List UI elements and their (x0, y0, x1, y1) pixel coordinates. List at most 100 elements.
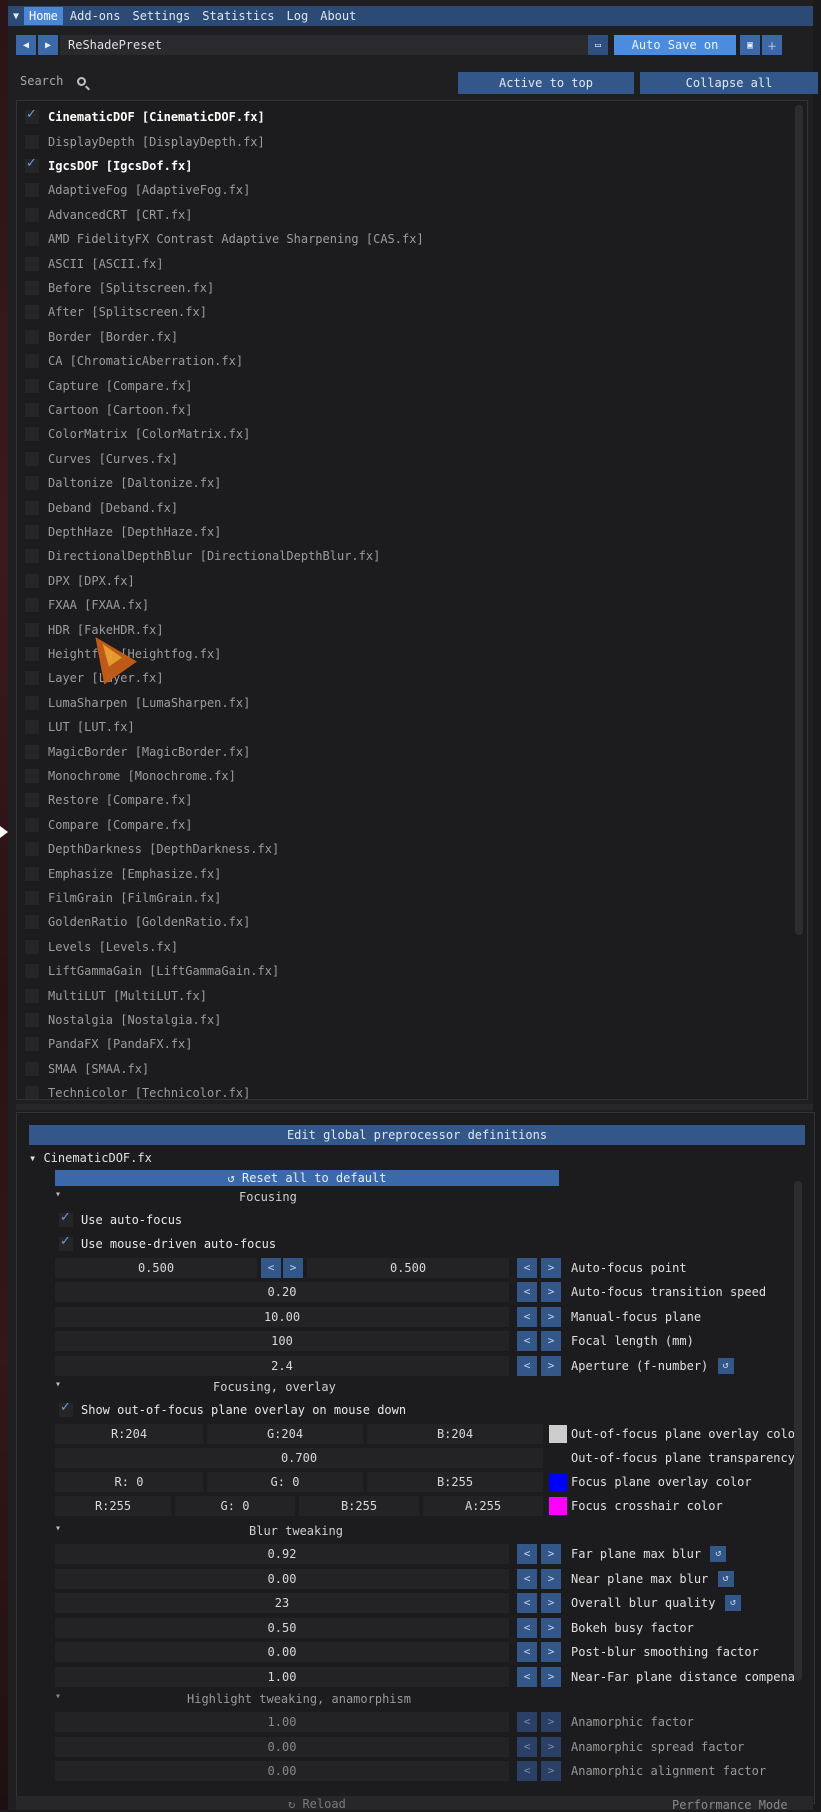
effect-checkbox[interactable] (25, 280, 39, 295)
reset-all-button[interactable]: ↺ Reset all to default (55, 1170, 559, 1186)
use-autofocus-row[interactable]: Use auto-focus (55, 1209, 182, 1231)
increment-button[interactable]: > (541, 1331, 561, 1351)
effect-row[interactable]: Capture [Compare.fx] (17, 373, 787, 397)
reset-param-icon[interactable]: ↺ (710, 1546, 727, 1562)
effect-row[interactable]: DisplayDepth [DisplayDepth.fx] (17, 129, 787, 153)
effect-checkbox[interactable] (25, 256, 39, 271)
effect-checkbox[interactable] (25, 695, 39, 710)
param-value[interactable]: 0.92 (55, 1544, 509, 1564)
effect-row[interactable]: ASCII [ASCII.fx] (17, 251, 787, 275)
crosshair-color-r[interactable]: R:255 (55, 1496, 171, 1516)
increment-button[interactable]: > (541, 1355, 561, 1376)
autofocus-point-y[interactable]: 0.500 (307, 1258, 509, 1278)
menu-addons[interactable]: Add-ons (65, 7, 126, 25)
decrement-button[interactable]: < (517, 1306, 537, 1327)
increment-button[interactable]: > (541, 1761, 561, 1781)
effect-checkbox[interactable] (25, 476, 39, 491)
effect-row[interactable]: MagicBorder [MagicBorder.fx] (17, 739, 787, 763)
effect-list-scrollbar[interactable] (795, 105, 803, 935)
decrement-button[interactable]: < (517, 1736, 537, 1757)
param-value[interactable]: 0.00 (55, 1642, 509, 1662)
effect-checkbox[interactable] (25, 232, 39, 247)
effect-row[interactable]: Daltonize [Daltonize.fx] (17, 471, 787, 495)
section-blur-tweaking[interactable]: Blur tweaking (249, 1521, 343, 1541)
browse-folder-icon[interactable]: ▭ (588, 35, 608, 55)
increment-button[interactable]: > (541, 1282, 561, 1302)
effect-tree-header[interactable]: ▾ CinematicDOF.fx (29, 1151, 152, 1165)
effect-checkbox[interactable] (25, 134, 39, 149)
effect-checkbox[interactable] (25, 744, 39, 759)
decrement-button[interactable]: < (517, 1642, 537, 1662)
overlay-color-b[interactable]: B:204 (367, 1424, 543, 1444)
effect-row[interactable]: Levels [Levels.fx] (17, 935, 787, 959)
effect-checkbox[interactable] (25, 1086, 39, 1099)
effect-checkbox[interactable] (25, 1037, 39, 1052)
decrement-button[interactable]: < (517, 1593, 537, 1613)
global-preprocessor-button[interactable]: Edit global preprocessor definitions (29, 1125, 805, 1145)
focus-plane-color-swatch[interactable] (549, 1473, 567, 1491)
crosshair-color-b[interactable]: B:255 (299, 1496, 419, 1516)
effect-checkbox[interactable] (25, 720, 39, 735)
effect-checkbox[interactable] (25, 988, 39, 1003)
effect-row[interactable]: Technicolor [Technicolor.fx] (17, 1081, 787, 1099)
overlay-color-r[interactable]: R:204 (55, 1424, 203, 1444)
decrement-button[interactable]: < (517, 1258, 537, 1278)
decrement-button[interactable]: < (517, 1282, 537, 1302)
param-value[interactable]: 100 (55, 1331, 509, 1351)
param-value[interactable]: 10.00 (55, 1306, 509, 1327)
menu-log[interactable]: Log (282, 7, 314, 25)
reset-param-icon[interactable]: ↺ (725, 1595, 741, 1611)
add-preset-icon[interactable]: ＋ (762, 35, 782, 55)
effect-checkbox[interactable] (25, 107, 39, 125)
prev-preset-button[interactable]: ◀ (16, 35, 36, 55)
effect-row[interactable]: ColorMatrix [ColorMatrix.fx] (17, 422, 787, 446)
effect-row[interactable]: GoldenRatio [GoldenRatio.fx] (17, 910, 787, 934)
effect-checkbox[interactable] (25, 378, 39, 393)
effect-row[interactable]: DepthDarkness [DepthDarkness.fx] (17, 837, 787, 861)
effect-row[interactable]: AMD FidelityFX Contrast Adaptive Sharpen… (17, 227, 787, 251)
effect-checkbox[interactable] (25, 402, 39, 417)
effect-row[interactable]: Deband [Deband.fx] (17, 495, 787, 519)
effect-checkbox[interactable] (25, 768, 39, 783)
focus-plane-color-g[interactable]: G: 0 (207, 1472, 363, 1492)
crosshair-color-swatch[interactable] (549, 1497, 567, 1515)
increment-button[interactable]: > (541, 1666, 561, 1687)
effect-checkbox[interactable] (25, 573, 39, 588)
reset-param-icon[interactable]: ↺ (717, 1570, 734, 1587)
effect-row[interactable]: AdvancedCRT [CRT.fx] (17, 203, 787, 227)
effect-row[interactable]: Monochrome [Monochrome.fx] (17, 764, 787, 788)
effect-row[interactable]: Nostalgia [Nostalgia.fx] (17, 1008, 787, 1032)
effect-row[interactable]: Border [Border.fx] (17, 325, 787, 349)
crosshair-color-a[interactable]: A:255 (423, 1496, 543, 1516)
decrement-button[interactable]: < (517, 1666, 537, 1687)
increment-button[interactable]: > (541, 1568, 561, 1589)
param-value[interactable]: 1.00 (55, 1712, 509, 1732)
effect-row[interactable]: DepthHaze [DepthHaze.fx] (17, 520, 787, 544)
param-value[interactable]: 2.4 (55, 1355, 509, 1376)
effect-checkbox[interactable] (25, 183, 39, 198)
effect-row[interactable]: FXAA [FXAA.fx] (17, 593, 787, 617)
effect-checkbox[interactable] (25, 866, 39, 881)
reload-button[interactable]: ↻ Reload (288, 1797, 346, 1811)
effect-checkbox[interactable] (25, 1061, 39, 1076)
focusing-collapse-icon[interactable]: ▾ (55, 1189, 61, 1200)
effect-checkbox[interactable] (25, 646, 39, 661)
highlight-collapse-icon[interactable]: ▾ (55, 1691, 61, 1702)
param-value[interactable]: 0.00 (55, 1568, 509, 1589)
increment-button[interactable]: > (541, 1642, 561, 1662)
auto-save-toggle[interactable]: Auto Save on (614, 35, 736, 55)
effect-row[interactable]: SMAA [SMAA.fx] (17, 1057, 787, 1081)
increment-button[interactable]: > (541, 1617, 561, 1638)
effect-checkbox[interactable] (25, 427, 39, 442)
autofocus-point-x[interactable]: 0.500 (55, 1258, 257, 1278)
increment-button[interactable]: > (541, 1544, 561, 1564)
section-focusing-overlay[interactable]: Focusing, overlay (213, 1377, 336, 1397)
param-value[interactable]: 23 (55, 1593, 509, 1613)
increment-button[interactable]: > (541, 1712, 561, 1732)
effect-checkbox[interactable] (25, 524, 39, 539)
decrement-button[interactable]: < (261, 1258, 281, 1278)
effect-row[interactable]: IgcsDOF [IgcsDof.fx] (17, 154, 787, 178)
decrement-button[interactable]: < (517, 1544, 537, 1564)
effect-checkbox[interactable] (25, 354, 39, 369)
focus-plane-color-r[interactable]: R: 0 (55, 1472, 203, 1492)
